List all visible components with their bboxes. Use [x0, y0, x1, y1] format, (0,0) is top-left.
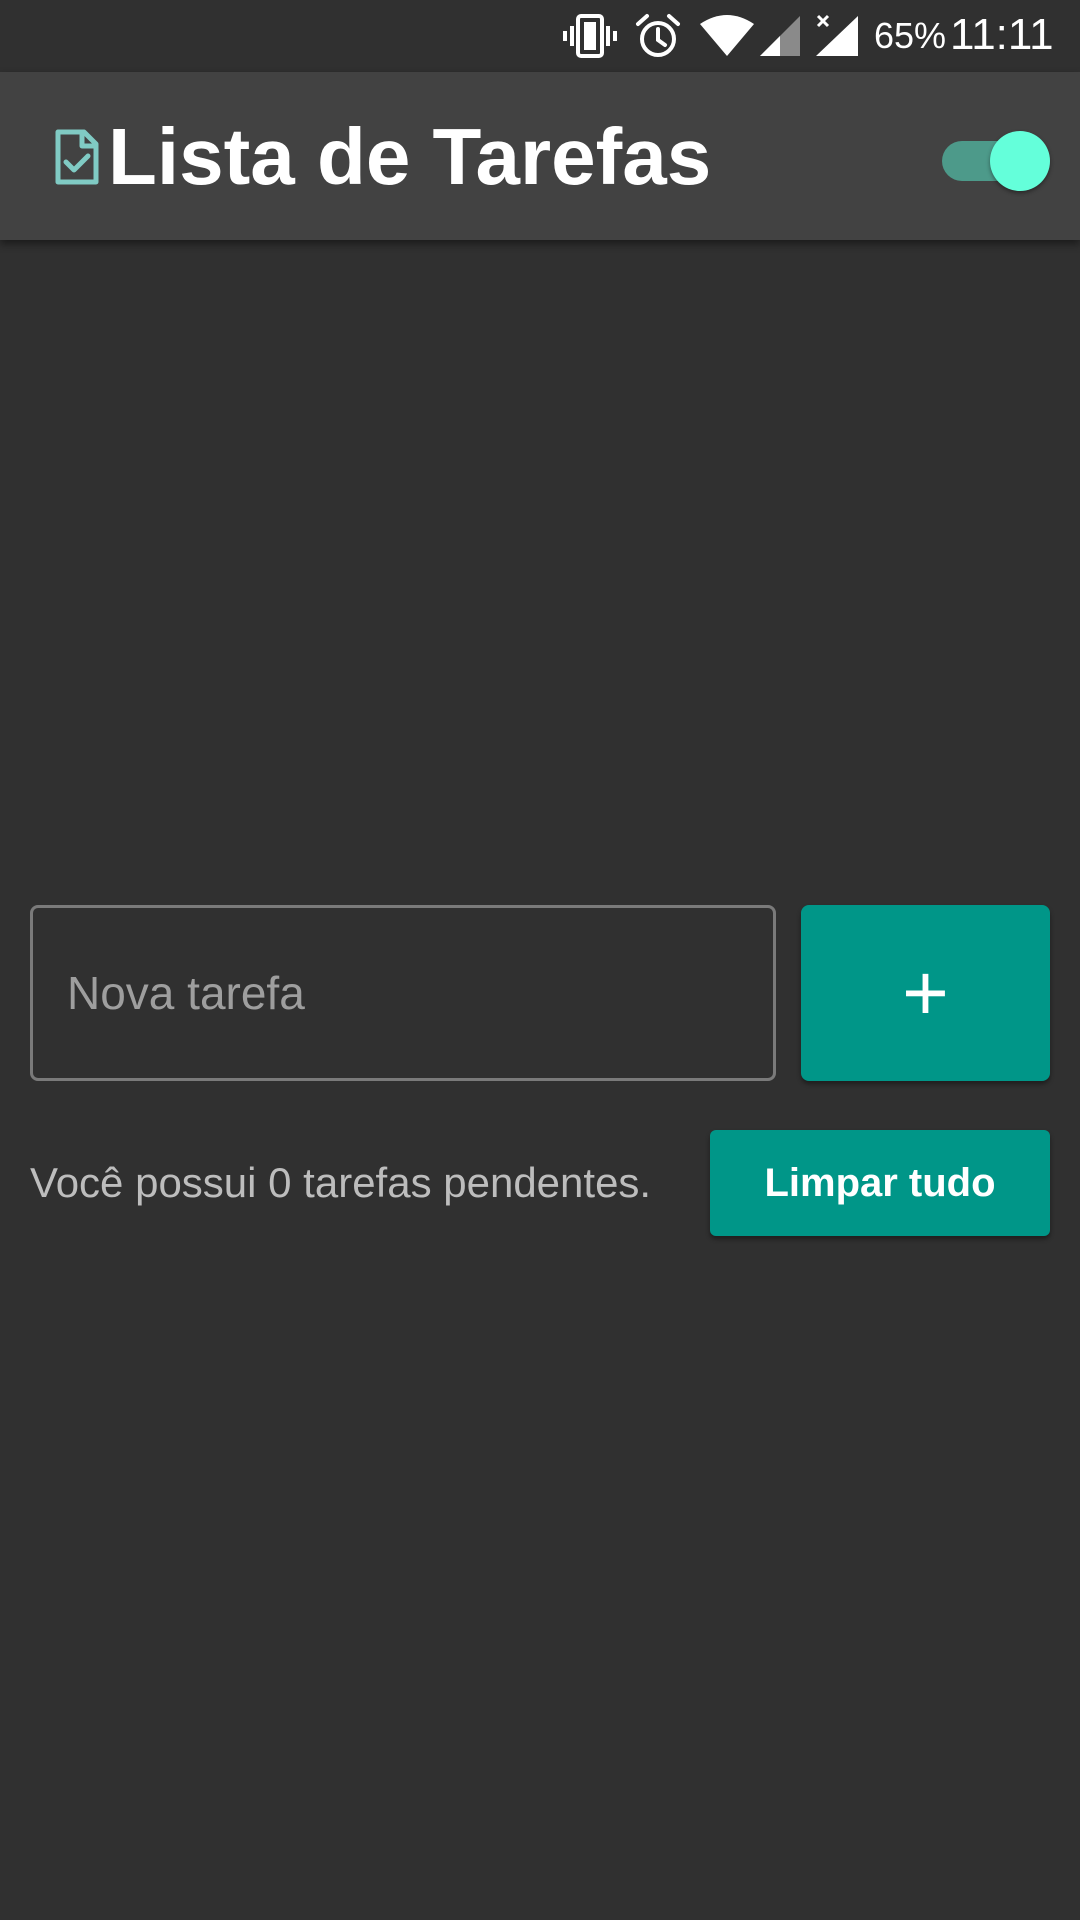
- app-bar: Lista de Tarefas: [0, 72, 1080, 240]
- signal-icon: [760, 16, 800, 56]
- document-check-icon: [55, 129, 99, 185]
- new-task-input[interactable]: [30, 905, 776, 1081]
- clear-all-button[interactable]: Limpar tudo: [710, 1130, 1050, 1236]
- battery-percentage: 65%: [874, 15, 947, 56]
- pending-tasks-text: Você possui 0 tarefas pendentes.: [30, 1159, 652, 1206]
- status-bar: 65% 11:11: [0, 0, 1080, 72]
- status-clock: 11:11: [950, 10, 1054, 59]
- theme-toggle[interactable]: [942, 131, 1050, 191]
- signal-no-service-icon: [816, 14, 858, 56]
- vibrate-icon: [563, 14, 617, 58]
- toggle-thumb: [990, 131, 1050, 191]
- app-screen: 65% 11:11 Lista de Tarefas + Você possui…: [0, 0, 1080, 1920]
- page-title: Lista de Tarefas: [108, 112, 712, 201]
- wifi-icon: [700, 15, 754, 56]
- alarm-icon: [636, 14, 680, 57]
- add-task-button[interactable]: +: [801, 905, 1050, 1081]
